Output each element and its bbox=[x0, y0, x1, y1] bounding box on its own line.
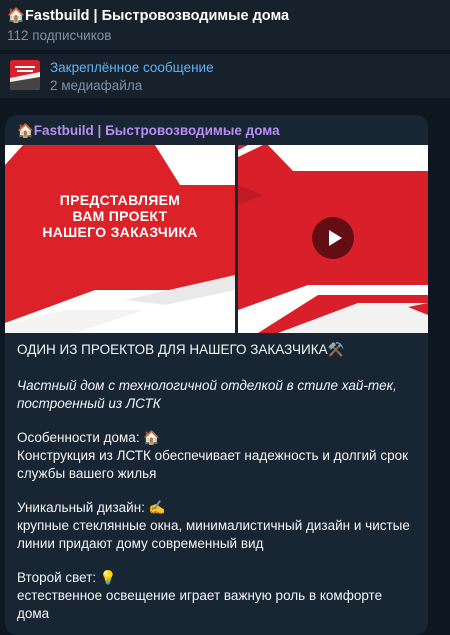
message-text: ОДИН ИЗ ПРОЕКТОВ ДЛЯ НАШЕГО ЗАКАЗЧИКА⚒️ … bbox=[17, 341, 417, 635]
play-button[interactable] bbox=[312, 217, 354, 259]
section-text-features: Конструкция из ЛСТК обеспечивает надежно… bbox=[17, 448, 409, 481]
post-author[interactable]: 🏠Fastbuild | Быстровозводимые дома bbox=[17, 123, 280, 139]
section-text-design: крупные стеклянные окна, минималистичный… bbox=[17, 518, 410, 551]
play-icon bbox=[329, 230, 342, 246]
promo-text: ПРЕДСТАВЛЯЕМ ВАМ ПРОЕКТ НАШЕГО ЗАКАЗЧИКА bbox=[42, 192, 198, 240]
channel-header[interactable]: 🏠Fastbuild | Быстровозводимые дома 112 п… bbox=[0, 0, 450, 50]
pinned-meta: 2 медиафайла bbox=[50, 78, 143, 93]
channel-title: 🏠Fastbuild | Быстровозводимые дома bbox=[7, 8, 290, 24]
pinned-label: Закреплённое сообщение bbox=[50, 60, 214, 75]
subscriber-count: 112 подписчиков bbox=[7, 28, 112, 43]
post-headline: ОДИН ИЗ ПРОЕКТОВ ДЛЯ НАШЕГО ЗАКАЗЧИКА⚒️ bbox=[17, 342, 345, 357]
pinned-message-bar[interactable]: Закреплённое сообщение 2 медиафайла bbox=[0, 54, 450, 98]
section-text-light: естественное освещение играет важную рол… bbox=[17, 588, 383, 621]
message-bubble: 🏠Fastbuild | Быстровозводимые дома ПРЕДС… bbox=[5, 115, 428, 635]
pinned-thumbnail bbox=[10, 60, 40, 90]
section-title-design: Уникальный дизайн: ✍️ bbox=[17, 500, 166, 515]
post-subtitle: Частный дом с технологичной отделкой в с… bbox=[17, 378, 397, 411]
section-title-features: Особенности дома: 🏠 bbox=[17, 430, 161, 445]
section-title-light: Второй свет: 💡 bbox=[17, 570, 117, 585]
